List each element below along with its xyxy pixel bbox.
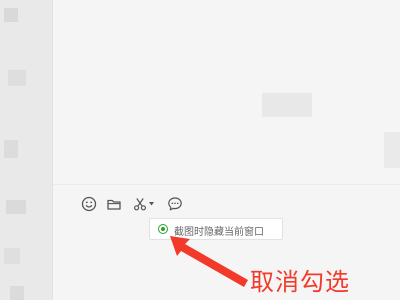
emoji-icon <box>81 196 97 212</box>
chat-bubble-icon <box>167 196 183 212</box>
chat-message-area <box>53 0 400 184</box>
screenshot-button[interactable] <box>129 193 157 215</box>
sidebar <box>0 0 52 300</box>
chat-history-button[interactable] <box>164 193 186 215</box>
folder-icon <box>106 196 122 212</box>
dropdown-arrow-icon[interactable] <box>149 202 154 206</box>
emoji-button[interactable] <box>78 193 100 215</box>
scissors-icon <box>132 196 148 212</box>
hide-window-radio[interactable] <box>158 224 168 234</box>
file-button[interactable] <box>103 193 125 215</box>
blurred-message <box>262 93 312 117</box>
annotation-text: 取消勾选 <box>250 268 350 296</box>
blurred-message <box>384 132 400 168</box>
red-arrow-icon <box>170 236 248 287</box>
